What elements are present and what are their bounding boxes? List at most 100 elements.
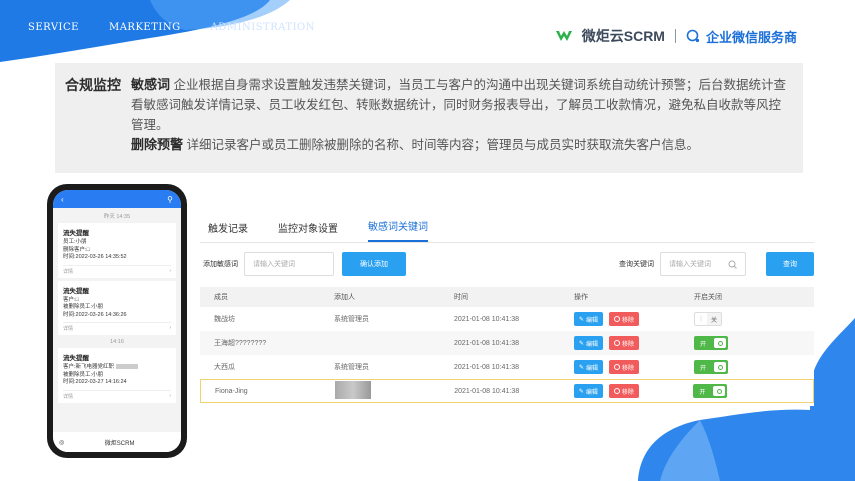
phone-footer: ◎ 微炬SCRM	[53, 432, 181, 452]
table-header: 成员 添加人 时间 操作 开启关闭	[200, 287, 814, 307]
list-item[interactable]: 流失提醒 客户:□ 被删除员工:小朋 时间:2022-03-26 14:36:2…	[58, 280, 176, 335]
header-time: 时间	[454, 294, 468, 301]
nav-item-administration[interactable]: ADMINISTRATION	[211, 22, 315, 33]
toggle-switch-on[interactable]: 开	[693, 384, 728, 398]
toolbar: 添加敏感词 请输入关键词 确认添加 查询关键词 请输入关键词 查询	[200, 251, 814, 277]
search-icon	[728, 260, 737, 269]
query-button[interactable]: 查询	[766, 252, 814, 276]
user-icon[interactable]: ⚲	[167, 195, 173, 204]
adder-cell: 系统管理员	[334, 316, 369, 323]
message-line: 时间:2022-03-27 14:16:24	[63, 379, 127, 385]
feature-keyword-delete: 删除预警	[131, 137, 184, 152]
list-item[interactable]: 流失提醒 员工:小朋 删除客户:□ 时间:2022-03-26 14:35:52…	[58, 223, 176, 278]
tab-bar: 触发记录 监控对象设置 敏感词关键词	[200, 210, 814, 242]
phone-app-name: 微炬SCRM	[104, 440, 135, 447]
sensitive-words-panel: 触发记录 监控对象设置 敏感词关键词 添加敏感词 请输入关键词 确认添加 查询关…	[200, 210, 814, 406]
message-line: 客户:新飞电器党红职	[63, 364, 171, 372]
message-line: 时间:2022-03-26 14:36:26	[63, 311, 127, 318]
edit-icon: ✎	[579, 364, 585, 371]
query-keyword-input[interactable]: 请输入关键词	[660, 252, 746, 276]
message-title: 流失提醒	[63, 287, 89, 295]
message-detail-link[interactable]: 详情 ›	[63, 389, 171, 400]
member-cell: 王海超????????	[214, 340, 267, 347]
add-keyword-label: 添加敏感词	[203, 261, 238, 268]
remove-icon	[614, 316, 621, 322]
feature-text: 敏感词 企业根据自身需求设置触发违禁关键词，当员工与客户的沟通中出现关键词系统自…	[131, 75, 793, 155]
edit-button[interactable]: ✎ 编辑	[574, 336, 604, 350]
tab-trigger-records[interactable]: 触发记录	[208, 220, 248, 242]
time-cell: 2021-01-08 10:41:38	[454, 339, 519, 347]
remove-button[interactable]: 移除	[609, 336, 640, 350]
member-cell: Fiona-Jing	[215, 387, 248, 395]
add-keyword-input[interactable]: 请输入关键词	[244, 252, 334, 276]
edit-button[interactable]: ✎ 编辑	[574, 360, 604, 374]
confirm-add-button[interactable]: 确认添加	[342, 252, 406, 276]
actions-cell: ✎ 编辑 移除	[560, 312, 680, 326]
remove-button[interactable]: 移除	[609, 360, 640, 374]
message-line: 被删除员工:小朋	[63, 371, 104, 378]
member-cell: 大西瓜	[214, 364, 235, 371]
feature-sensitive-text: 企业根据自身需求设置触发违禁关键词，当员工与客户的沟通中出现关键词系统自动统计预…	[131, 78, 787, 132]
edit-button[interactable]: ✎ 编辑	[573, 384, 603, 398]
member-cell: 魏战坊	[214, 316, 235, 323]
message-detail-link[interactable]: 详情 ›	[63, 264, 171, 275]
query-keyword-label: 查询关键词	[619, 261, 654, 268]
nav-item-marketing[interactable]: MARKETING	[109, 22, 181, 33]
table-row: 王海超???????? 2021-01-08 10:41:38 ✎ 编辑 移除 开	[200, 331, 814, 355]
brand-partner-label: 企业微信服务商	[705, 29, 797, 45]
header-actions: 操作	[574, 294, 588, 301]
back-icon[interactable]: ‹	[61, 195, 64, 204]
toggle-switch-on[interactable]: 开	[694, 336, 728, 350]
tab-divider	[200, 242, 814, 243]
edit-icon: ✎	[579, 316, 585, 323]
remove-button[interactable]: 移除	[609, 312, 640, 326]
blurred-text	[115, 364, 138, 370]
chevron-right-icon: ›	[169, 267, 171, 274]
tab-monitor-settings[interactable]: 监控对象设置	[278, 220, 338, 242]
phone-header: ‹ ⚲	[53, 190, 181, 208]
time-cell: 2021-01-08 10:41:38	[454, 387, 520, 395]
blurred-adder	[334, 381, 371, 399]
toggle-switch-off[interactable]: | 关	[694, 312, 722, 326]
time-cell: 2021-01-08 10:41:38	[454, 315, 519, 323]
table-row-selected: Fiona-Jing 2021-01-08 10:41:38 ✎ 编辑 移除 开	[200, 379, 814, 403]
chat-bubble-icon	[686, 29, 700, 43]
nav-item-service[interactable]: SERVICE	[28, 22, 79, 33]
top-navigation: SERVICE MARKETING ADMINISTRATION	[28, 22, 345, 33]
edit-icon: ✎	[578, 388, 584, 395]
chevron-right-icon: ›	[169, 392, 171, 399]
header-member: 成员	[214, 294, 228, 301]
keyword-table: 成员 添加人 时间 操作 开启关闭 魏战坊 系统管理员 2021-01-08 1…	[200, 287, 814, 403]
remove-icon	[614, 340, 621, 346]
message-detail-link[interactable]: 详情 ›	[63, 322, 171, 332]
phone-screen: ‹ ⚲ 昨天 14:35 流失提醒 员工:小朋 删除客户:□ 时间:2022-0…	[53, 190, 181, 452]
header-toggle: 开启关闭	[694, 294, 722, 301]
table-row: 大西瓜 系统管理员 2021-01-08 10:41:38 ✎ 编辑 移除 开	[200, 355, 814, 379]
edit-icon: ✎	[579, 340, 585, 347]
query-placeholder: 请输入关键词	[669, 261, 711, 268]
message-title: 流失提醒	[63, 355, 89, 362]
brand-name: 微炬云SCRM	[581, 28, 665, 44]
message-line: 时间:2022-03-26 14:35:52	[63, 254, 127, 260]
toggle-cell: 开	[679, 384, 813, 398]
remove-icon	[613, 388, 620, 394]
remove-button[interactable]: 移除	[608, 384, 639, 398]
actions-cell: ✎ 编辑 移除	[560, 384, 680, 398]
brand-header: 微炬云SCRM 企业微信服务商	[555, 26, 797, 46]
toggle-switch-on[interactable]: 开	[694, 360, 728, 374]
tab-sensitive-keywords[interactable]: 敏感词关键词	[368, 218, 428, 242]
list-item[interactable]: 流失提醒 客户:新飞电器党红职 被删除员工:小朋 时间:2022-03-27 1…	[58, 348, 176, 403]
toggle-knob: |	[700, 316, 702, 322]
toggle-cell: | 关	[680, 312, 814, 326]
edit-button[interactable]: ✎ 编辑	[574, 312, 604, 326]
message-line: 被删除员工:小朋	[63, 304, 104, 310]
time-cell: 2021-01-08 10:41:38	[454, 363, 519, 371]
brand-logo-icon	[555, 31, 572, 41]
header-adder: 添加人	[334, 294, 355, 301]
feature-keyword-sensitive: 敏感词	[131, 77, 171, 92]
phone-mockup: ‹ ⚲ 昨天 14:35 流失提醒 员工:小朋 删除客户:□ 时间:2022-0…	[47, 184, 187, 458]
toggle-cell: 开	[680, 336, 814, 350]
actions-cell: ✎ 编辑 移除	[560, 336, 680, 350]
message-line: 删除客户:□	[63, 246, 90, 253]
brand-divider	[674, 29, 676, 43]
